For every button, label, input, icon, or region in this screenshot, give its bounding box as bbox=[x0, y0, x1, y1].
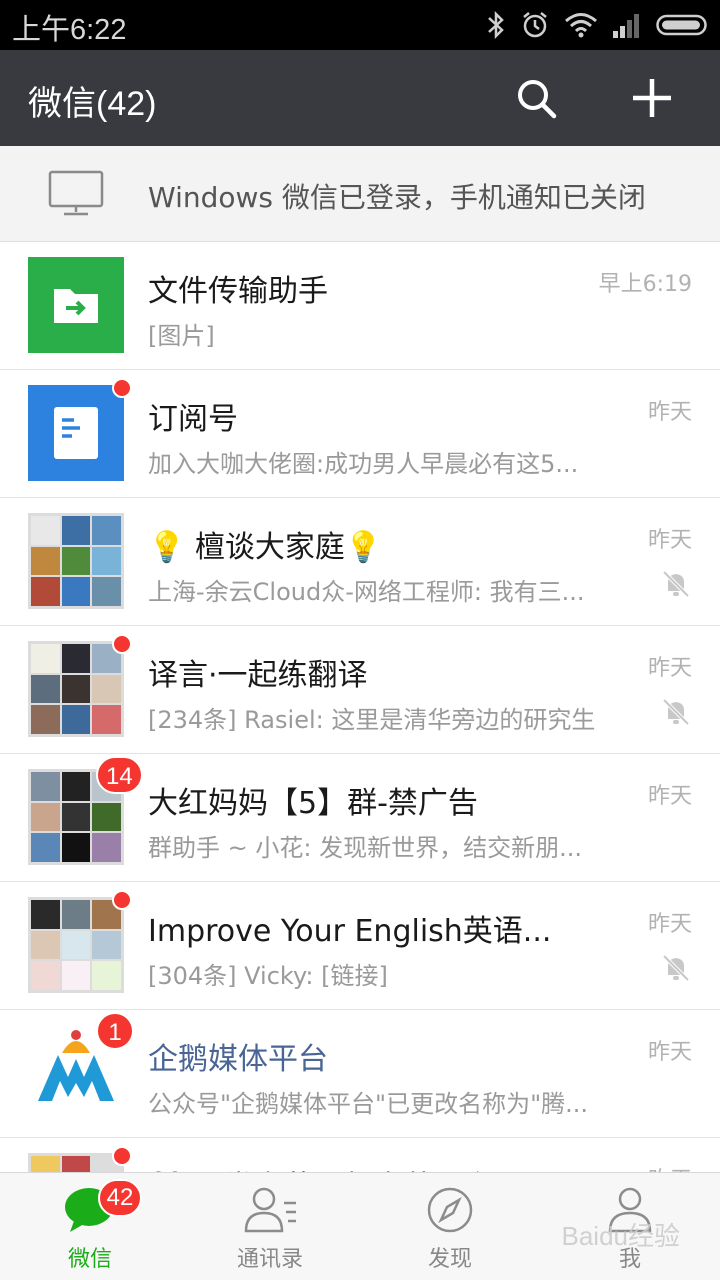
compass-icon bbox=[427, 1187, 473, 1233]
chat-time: 昨天 bbox=[647, 528, 692, 553]
folder-transfer-icon bbox=[54, 289, 98, 323]
chat-item-official-account[interactable]: 1 企鹅媒体平台 公众号"企鹅媒体平台"已更改名称为"腾... 昨天 bbox=[0, 1010, 720, 1138]
tab-label: 发现 bbox=[427, 1247, 472, 1272]
chat-item-subscriptions[interactable]: 订阅号 加入大咖大佬圈:成功男人早晨必有这5... 昨天 bbox=[0, 370, 720, 498]
search-button[interactable] bbox=[512, 74, 560, 122]
desktop-login-notice[interactable]: Windows 微信已登录，手机通知已关闭 bbox=[0, 146, 720, 242]
chat-name: Improve Your English英语... bbox=[148, 914, 552, 949]
avatar bbox=[28, 385, 124, 481]
chat-name: 译言·一起练翻译 bbox=[148, 658, 368, 693]
status-bar: 上午6:22 bbox=[0, 0, 720, 50]
status-icons bbox=[486, 8, 710, 42]
chat-item-group[interactable]: 💙27常春藤零起点英语之... 昨天 bbox=[0, 1138, 720, 1172]
battery-icon bbox=[656, 14, 707, 36]
group-avatar bbox=[28, 897, 124, 993]
chat-time: 昨天 bbox=[647, 784, 692, 809]
chat-name: 订阅号 bbox=[148, 402, 238, 437]
tab-label: 微信 bbox=[67, 1247, 112, 1272]
avatar bbox=[28, 257, 124, 353]
chat-preview: 上海-余云Cloud众-网络工程师: 我有三... bbox=[148, 578, 585, 606]
wifi-icon bbox=[565, 13, 597, 38]
tab-chats[interactable]: 42 微信 bbox=[0, 1173, 180, 1280]
unread-count-badge: 1 bbox=[96, 1012, 134, 1050]
watermark: Baidu经验 bbox=[561, 1221, 681, 1251]
chat-time: 早上6:19 bbox=[598, 272, 692, 297]
chat-name: 企鹅媒体平台 bbox=[148, 1042, 328, 1077]
chat-item-group[interactable]: 译言·一起练翻译 [234条] Rasiel: 这里是清华旁边的研究生 昨天 bbox=[0, 626, 720, 754]
chat-name: 文件传输助手 bbox=[148, 274, 328, 309]
chat-preview: [304条] Vicky: [链接] bbox=[148, 962, 388, 990]
add-button[interactable] bbox=[628, 74, 676, 122]
status-time: 上午6:22 bbox=[12, 14, 127, 46]
notice-text: Windows 微信已登录，手机通知已关闭 bbox=[148, 181, 646, 214]
chat-time: 昨天 bbox=[647, 1040, 692, 1065]
bluetooth-icon bbox=[488, 10, 504, 40]
chat-time: 昨天 bbox=[647, 400, 692, 425]
group-avatar bbox=[28, 1153, 124, 1172]
chat-name: 大红妈妈【5】群-禁广告 bbox=[148, 786, 478, 821]
contacts-icon bbox=[244, 1187, 296, 1233]
unread-total-badge: 42 bbox=[98, 1179, 142, 1217]
unread-dot bbox=[112, 890, 132, 910]
unread-dot bbox=[112, 1146, 132, 1166]
mute-bell-icon bbox=[662, 698, 690, 726]
search-icon bbox=[518, 80, 557, 119]
monitor-icon bbox=[48, 170, 104, 216]
tab-discover[interactable]: 发现 bbox=[360, 1173, 540, 1280]
tab-contacts[interactable]: 通讯录 bbox=[180, 1173, 360, 1280]
unread-dot bbox=[112, 634, 132, 654]
mute-bell-icon bbox=[662, 570, 690, 598]
plus-icon bbox=[633, 79, 671, 117]
chat-list[interactable]: 文件传输助手 [图片] 早上6:19 订阅号 加入大咖大佬圈:成功男人早晨必有这… bbox=[0, 242, 720, 1172]
group-avatar bbox=[28, 641, 124, 737]
mute-bell-icon bbox=[662, 954, 690, 982]
chat-item-group[interactable]: 💡 檀谈大家庭💡 上海-余云Cloud众-网络工程师: 我有三... 昨天 bbox=[0, 498, 720, 626]
chat-preview: [234条] Rasiel: 这里是清华旁边的研究生 bbox=[148, 706, 596, 734]
alarm-icon bbox=[523, 12, 547, 38]
chat-item-file-transfer[interactable]: 文件传输助手 [图片] 早上6:19 bbox=[0, 242, 720, 370]
signal-icon bbox=[613, 14, 639, 38]
chat-item-group[interactable]: 14 大红妈妈【5】群-禁广告 群助手 ~ 小花: 发现新世界，结交新朋... … bbox=[0, 754, 720, 882]
chat-preview: 加入大咖大佬圈:成功男人早晨必有这5... bbox=[148, 450, 579, 478]
chat-preview: 公众号"企鹅媒体平台"已更改名称为"腾... bbox=[148, 1090, 589, 1118]
document-icon bbox=[54, 407, 98, 459]
app-header: 微信(42) bbox=[0, 50, 720, 146]
group-avatar bbox=[28, 513, 124, 609]
chat-item-group[interactable]: Improve Your English英语... [304条] Vicky: … bbox=[0, 882, 720, 1010]
chat-preview: [图片] bbox=[148, 322, 215, 350]
unread-dot bbox=[112, 378, 132, 398]
unread-count-badge: 14 bbox=[96, 756, 143, 794]
chat-name: 💡 檀谈大家庭💡 bbox=[148, 530, 383, 565]
chat-preview: 群助手 ~ 小花: 发现新世界，结交新朋... bbox=[148, 834, 582, 862]
page-title: 微信(42) bbox=[28, 85, 157, 123]
chat-time: 昨天 bbox=[648, 1162, 692, 1172]
tab-label: 通讯录 bbox=[236, 1247, 303, 1272]
chat-time: 昨天 bbox=[647, 656, 692, 681]
chat-name: 💙27常春藤零起点英语之... bbox=[148, 1162, 588, 1172]
chat-time: 昨天 bbox=[647, 912, 692, 937]
